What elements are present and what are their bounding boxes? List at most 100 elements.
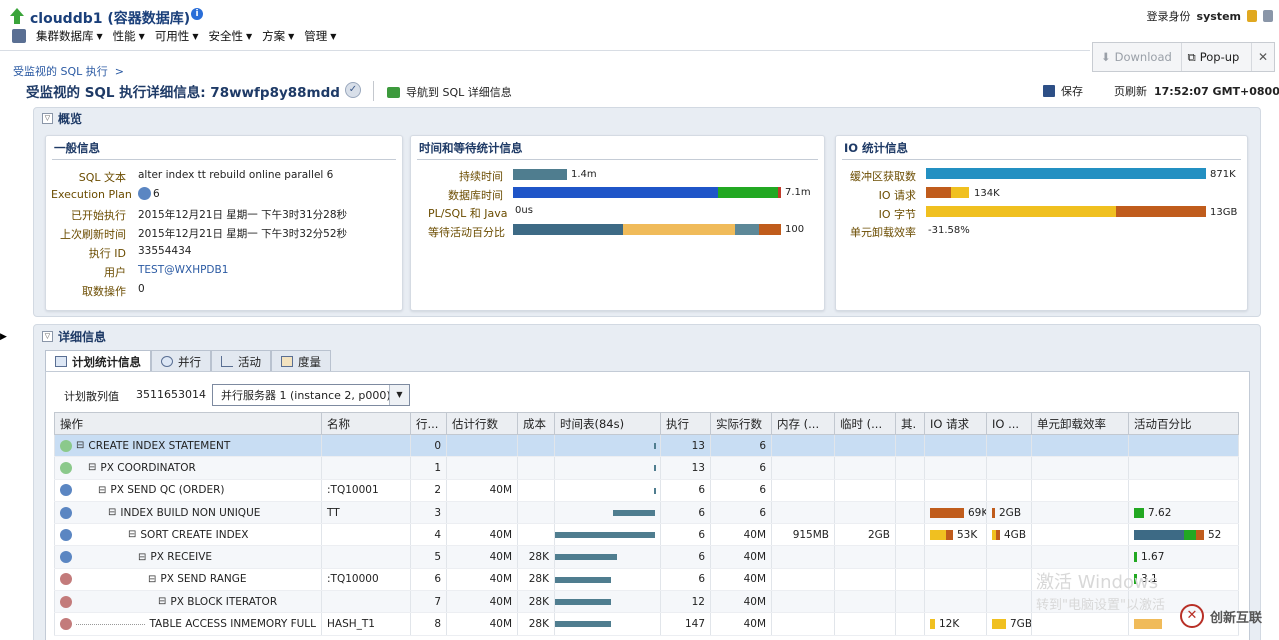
sql-text: alter index tt rebuild online parallel 6 [138,169,334,181]
login-info: 登录身份 system [1147,8,1273,24]
collapse-icon[interactable]: ⊟ [76,440,84,451]
col-activity[interactable]: 活动百分比 [1128,412,1239,435]
col-io-bytes[interactable]: IO ... [986,412,1032,435]
col-line[interactable]: 行... [410,412,447,435]
download-button[interactable]: ⬇ Download [1093,50,1181,64]
table-row[interactable]: ⊟ SORT CREATE INDEX 4 40M 6 40M 915MB 2GB 53K… [54,523,1239,547]
menubar: 集群数据库 ▼ 性能 ▼ 可用性 ▼ 安全性 ▼ 方案 ▼ 管理 ▼ [12,28,336,44]
table-row[interactable]: ⊟ INDEX BUILD NON UNIQUE TT 3 66 69K 2GB 7… [54,501,1239,525]
download-popup: ⬇ Download ⧉ Pop-up ✕ [1092,42,1275,72]
kv-label: IO 字节 [878,208,916,221]
col-io-requests[interactable]: IO 请求 [924,412,987,435]
scroll-arrow-icon[interactable]: ▶ [0,332,7,342]
kv-label: PL/SQL 和 Java [428,207,508,220]
tab-activity[interactable]: 活动 [211,350,271,372]
table-icon [55,356,67,367]
kv-label: 用户 [104,266,126,279]
user-link[interactable]: TEST@WXHPDB1 [138,264,228,276]
kv-label: Execution Plan [51,188,132,201]
duration-value: 1.4m [571,169,597,180]
col-temp[interactable]: 临时 (... [834,412,896,435]
wait-activity-bar [513,224,781,235]
info-icon[interactable]: i [191,8,203,20]
execution-id: 33554434 [138,245,192,257]
plan-icon [138,187,151,200]
detail-tabs: 计划统计信息 并行 活动 度量 [45,350,331,372]
table-row[interactable]: ⊟ PX COORDINATOR 1 13 6 [54,456,1239,480]
menu-schema[interactable]: 方案 ▼ [262,28,294,44]
save-button[interactable]: 保存 [1043,83,1083,99]
col-cell-offload[interactable]: 单元卸载效率 [1031,412,1129,435]
parallel-icon [161,356,173,367]
breadcrumb[interactable]: 受监视的 SQL 执行 > [13,63,124,79]
card-title: 一般信息 [54,141,100,155]
parallel-op-icon [60,484,72,497]
parallel-op-icon [60,528,72,541]
collapse-icon[interactable]: ⊟ [158,596,166,607]
login-user[interactable]: system [1197,10,1241,23]
nav-sql-details-link[interactable]: 导航到 SQL 详细信息 [387,84,512,100]
login-label: 登录身份 [1146,10,1191,23]
menu-availability[interactable]: 可用性 ▼ [155,28,199,44]
card-title: 时间和等待统计信息 [419,141,523,155]
table-row[interactable]: ⊟ CREATE INDEX STATEMENT 0 13 6 [54,434,1239,458]
plsql-value: 0us [515,205,533,216]
collapse-icon[interactable]: ⊟ [138,552,146,563]
parallel-op-icon [60,573,72,586]
table-row[interactable]: ⊟ PX RECEIVE 5 40M 28K 6 40M 1.67 [54,545,1239,569]
collapse-icon[interactable]: ⊟ [88,462,96,473]
menu-admin[interactable]: 管理 ▼ [304,28,336,44]
lock-icon [1247,10,1257,22]
execution-plan[interactable]: 6 [138,187,160,200]
chevron-down-icon[interactable]: ▼ [389,385,409,405]
kv-label: 缓冲区获取数 [850,170,916,183]
collapse-icon[interactable]: ▽ [42,113,53,124]
card-title: IO 统计信息 [844,141,909,155]
metrics-icon [281,356,293,367]
table-header: 操作 名称 行... 估计行数 成本 时间表(84s) 执行 实际行数 内存 (… [54,412,1239,435]
cell-offload-value: -31.58% [928,225,970,236]
watermark-line1: 激活 Windows [1036,572,1159,593]
overview-header[interactable]: ▽ 概览 [42,110,82,127]
fetch-count: 0 [138,283,145,295]
plan-hash-label: 计划散列值 [64,390,119,403]
col-actual-rows[interactable]: 实际行数 [710,412,772,435]
parallel-server-select[interactable]: 并行服务器 1 (instance 2, p000) ▼ [212,384,410,406]
table-row[interactable]: ⊟ PX SEND QC (ORDER) :TQ10001 2 40M 66 [54,479,1239,502]
start-time: 2015年12月21日 星期一 下午3时31分28秒 [138,209,348,221]
io-requests-value: 134K [974,188,1000,199]
collapse-icon[interactable]: ⊟ [98,485,106,496]
external-link-icon: ⧉ [1187,49,1196,64]
navigate-icon [387,86,400,98]
app-title: clouddb1 (容器数据库) [30,11,191,27]
brand-watermark: ✕ 创新互联 [1180,604,1262,628]
col-executions[interactable]: 执行 [660,412,711,435]
io-requests-bar [926,187,969,198]
popup-button[interactable]: ⧉ Pop-up [1180,43,1253,71]
collapse-icon[interactable]: ⊟ [128,529,136,540]
close-icon[interactable]: ✕ [1252,50,1274,64]
col-timeline[interactable]: 时间表(84s) [554,412,661,435]
brand-logo-icon: ✕ [1180,604,1204,628]
col-operation[interactable]: 操作 [54,412,322,435]
tab-plan-stats[interactable]: 计划统计信息 [45,350,151,372]
detail-header[interactable]: ▽ 详细信息 [42,328,106,345]
table-row[interactable]: TABLE ACCESS INMEMORY FULL HASH_T1 8 40M 28… [54,612,1239,636]
parallel-op-icon [60,506,72,519]
page-icon[interactable] [1263,10,1273,22]
menu-performance[interactable]: 性能 ▼ [113,28,145,44]
col-est-rows[interactable]: 估计行数 [446,412,518,435]
col-other[interactable]: 其. [895,412,925,435]
tab-parallel[interactable]: 并行 [151,350,211,372]
collapse-icon[interactable]: ⊟ [148,574,156,585]
check-icon[interactable]: ✓ [345,82,361,98]
col-cost[interactable]: 成本 [517,412,555,435]
col-name[interactable]: 名称 [321,412,411,435]
tab-metrics[interactable]: 度量 [271,350,331,372]
io-bytes-bar [926,206,1206,217]
collapse-icon[interactable]: ⊟ [108,507,116,518]
menu-cluster[interactable]: 集群数据库 ▼ [36,28,103,44]
col-memory[interactable]: 内存 (... [771,412,835,435]
collapse-icon[interactable]: ▽ [42,331,53,342]
menu-security[interactable]: 安全性 ▼ [208,28,252,44]
